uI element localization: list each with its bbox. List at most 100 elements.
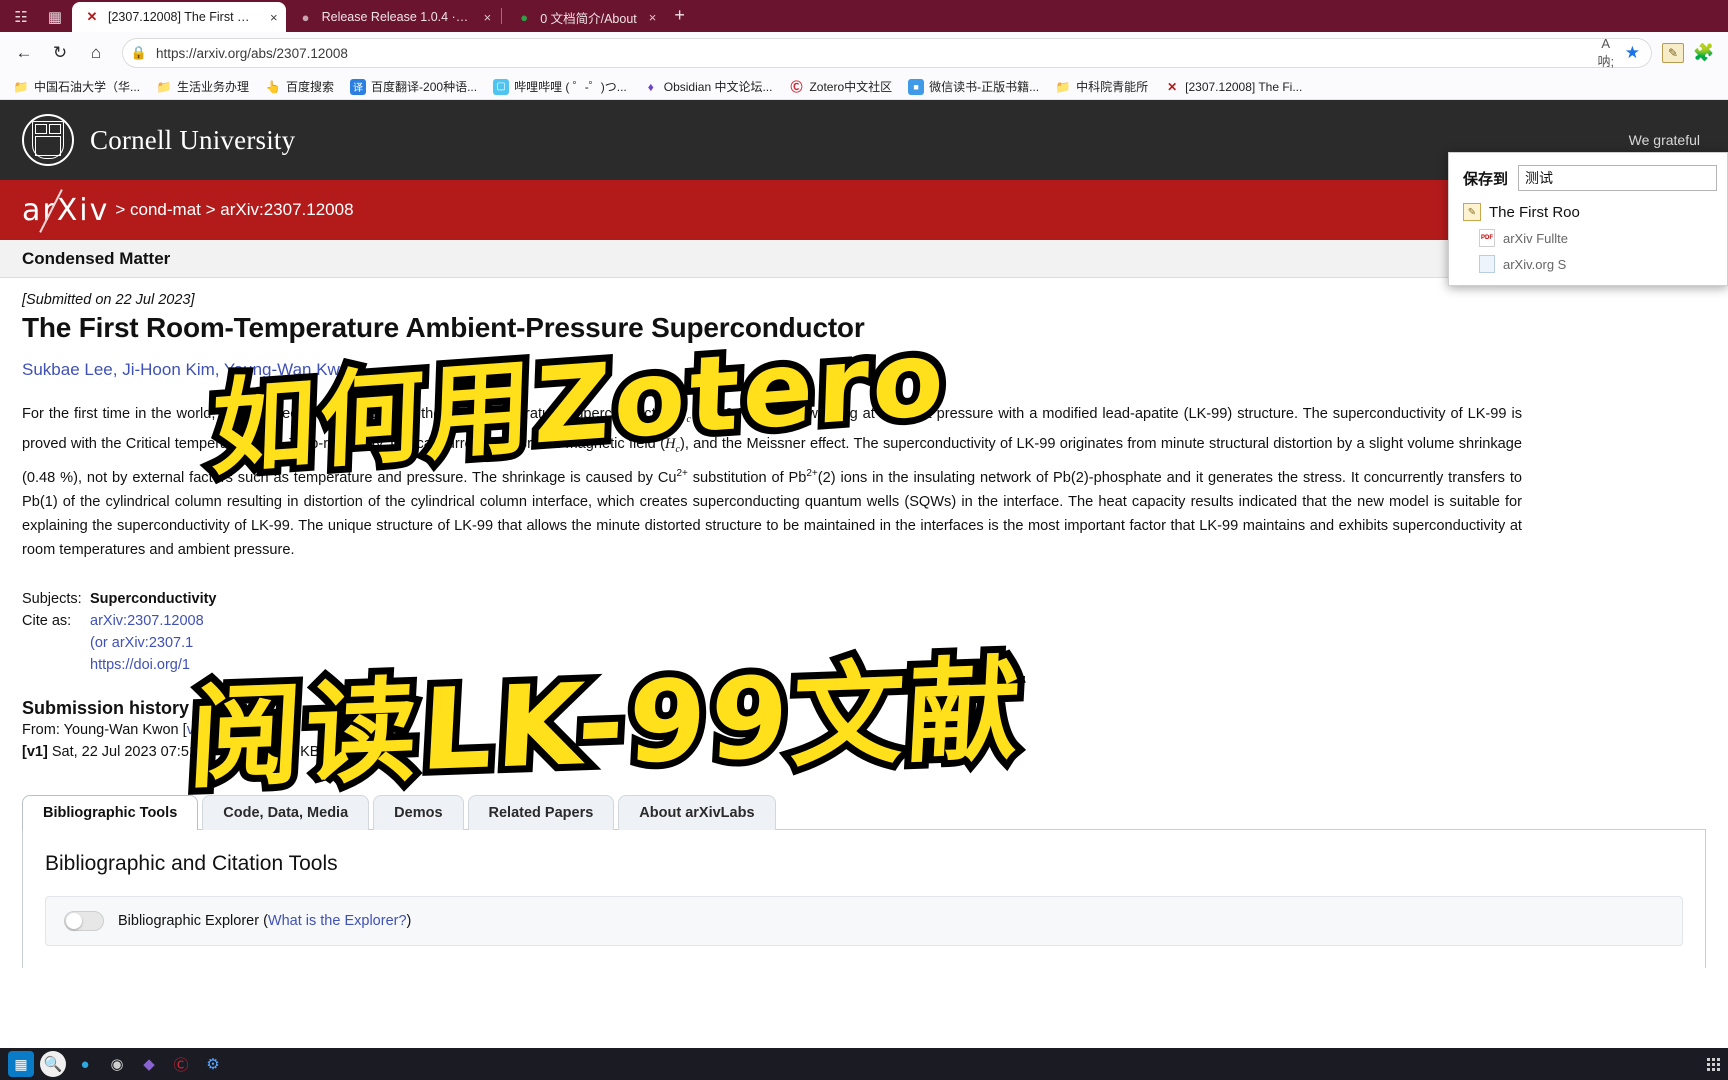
bookmark-item[interactable]: ✕ [2307.12008] The Fi... [1157, 77, 1309, 97]
lock-icon: 🔒 [130, 45, 148, 60]
support-message: We grateful [1628, 132, 1700, 148]
breadcrumb[interactable]: > cond-mat > arXiv:2307.12008 [115, 200, 353, 220]
pdf-icon: PDF [1479, 229, 1495, 247]
tab-separator [501, 8, 503, 24]
cite-arxiv-link[interactable]: arXiv:2307.12008 [90, 613, 204, 629]
back-icon[interactable]: ← [8, 37, 40, 69]
arxiv-page: Cornell University We grateful arXiv > c… [0, 100, 1728, 1048]
edge-icon[interactable]: ● [72, 1051, 98, 1077]
translate-icon: 译 [350, 78, 367, 95]
bookmark-label: 哔哩哔哩 ( ゜-゜)つ... [514, 80, 627, 94]
zotero-icon: Ⓒ [790, 80, 803, 94]
close-icon[interactable]: × [649, 10, 657, 25]
taskbar: ▦ 🔍 ● ◉ ◆ Ⓒ ⚙ [0, 1048, 1728, 1080]
folder-icon: 📁 [156, 79, 172, 94]
bookmark-label: [2307.12008] The Fi... [1185, 79, 1303, 94]
zotero-attachment-row[interactable]: PDF arXiv Fullte [1479, 229, 1717, 247]
bookmark-item[interactable]: Ⓒ Zotero中文社区 [781, 76, 899, 97]
windows-start-icon[interactable]: ▦ [8, 1051, 34, 1077]
view-email-link[interactable]: view email [187, 722, 255, 738]
bookmark-label: 中国石油大学（华... [34, 80, 141, 94]
tool-label-text: Bibliographic Explorer ( [118, 912, 268, 929]
metadata-row-subjects: Subjects: Superconductivity [22, 588, 1706, 610]
home-icon[interactable]: ⌂ [80, 37, 112, 69]
collections-icon[interactable]: ▦ [38, 2, 72, 32]
zotero-icon[interactable]: Ⓒ [168, 1051, 194, 1077]
zotero-save-to-label: 保存到 [1463, 170, 1509, 188]
bookmarks-bar: 📁 中国石油大学（华... 📁 生活业务办理 👆 百度搜索 译百度翻译-200种语..… [0, 74, 1728, 100]
zotero-save-popup[interactable]: 保存到 测试 ✎ The First Roo PDF arXiv Fullte … [1448, 152, 1728, 286]
bookmark-item[interactable]: 📁 生活业务办理 [149, 76, 256, 97]
browser-tab-release[interactable]: ● Release Release 1.0.4 · windingw × [286, 2, 500, 32]
bookmark-item[interactable]: ■ 微信读书-正版书籍... [901, 76, 1046, 97]
green-circle-icon: ● [520, 9, 529, 25]
arxivlabs-tabs-wrapper: Bibliographic Tools Code, Data, Media De… [22, 794, 1706, 968]
doi-link[interactable]: https://doi.org/1 [90, 657, 190, 673]
what-is-explorer-link[interactable]: What is the Explorer? [268, 913, 407, 929]
version-badge: [v1] [22, 743, 48, 760]
zotero-item-row[interactable]: ✎ The First Roo [1463, 203, 1717, 221]
snapshot-icon [1479, 255, 1495, 273]
bookmark-item[interactable]: 📁 中科院青能所 [1048, 76, 1155, 97]
extensions-puzzle-icon[interactable]: 🧩 [1688, 37, 1720, 69]
new-tab-button[interactable]: + [664, 5, 695, 28]
browser-tab-label: [2307.12008] The First Room-Tem [108, 10, 258, 24]
app-purple-icon[interactable]: ◆ [136, 1051, 162, 1077]
baidu-icon: 👆 [265, 79, 281, 94]
settings-icon[interactable]: ⚙ [200, 1051, 226, 1077]
browser-chrome: ☷ ▦ ✕ [2307.12008] The First Room-Tem × … [0, 0, 1728, 100]
tab-panel-bibliographic: Bibliographic and Citation Tools Bibliog… [22, 828, 1706, 968]
zotero-save-to-row: 保存到 测试 [1463, 165, 1717, 191]
zotero-collection-select[interactable]: 测试 [1518, 165, 1717, 191]
subjects-value-text: Superconductivity [90, 590, 217, 607]
read-aloud-icon[interactable]: A 呐; [1597, 36, 1615, 70]
address-bar[interactable]: 🔒 https://arxiv.org/abs/2307.12008 A 呐; … [122, 36, 1652, 70]
browser-toolbar: ← ↻ ⌂ 🔒 https://arxiv.org/abs/2307.12008… [0, 32, 1728, 74]
close-icon[interactable]: × [484, 10, 492, 25]
obs-icon[interactable]: ◉ [104, 1051, 130, 1077]
zotero-attachment-row[interactable]: arXiv.org S [1479, 255, 1717, 273]
subject-heading: Condensed Matter [22, 248, 171, 268]
bookmark-item[interactable]: 📁 中国石油大学（华... [6, 76, 147, 97]
tool-label-end: ) [406, 912, 412, 929]
workspaces-icon[interactable]: ☷ [4, 2, 38, 32]
bibliographic-explorer-toggle[interactable] [64, 910, 104, 931]
metadata-row-cite: Cite as: arXiv:2307.12008 [22, 610, 1706, 632]
metadata-row-cite-alt: (or arXiv:2307.1 [22, 632, 1706, 654]
arxiv-icon: ✕ [1167, 79, 1178, 94]
tray-grid-icon [1707, 1057, 1720, 1071]
authors-list[interactable]: Sukbae Lee, Ji-Hoon Kim, Young-Wan Kwon [22, 360, 1706, 380]
star-icon[interactable]: ★ [1625, 43, 1640, 63]
browser-tab-label: 0 文档简介/About [540, 11, 637, 26]
tab-about-arxivlabs[interactable]: About arXivLabs [618, 794, 776, 830]
bookmark-label: Zotero中文社区 [809, 80, 893, 94]
bookmark-label: 百度翻译-200种语... [371, 80, 478, 94]
reload-icon[interactable]: ↻ [44, 37, 76, 69]
search-icon[interactable]: 🔍 [40, 1051, 66, 1077]
bookmark-item[interactable]: ▢ 哔哩哔哩 ( ゜-゜)つ... [486, 76, 634, 97]
bookmark-item[interactable]: ♦ Obsidian 中文论坛... [636, 76, 780, 97]
arxiv-logo[interactable]: arXiv [22, 188, 110, 233]
zotero-attachment-label: arXiv.org S [1503, 256, 1567, 272]
bookmark-item[interactable]: 👆 百度搜索 [258, 76, 341, 97]
zotero-attachment-label: arXiv Fullte [1503, 230, 1569, 246]
close-icon[interactable]: × [270, 10, 278, 25]
paper-content: [Submitted on 22 Jul 2023] The First Roo… [0, 278, 1728, 968]
folder-icon: 📁 [1055, 79, 1071, 94]
cite-arxiv-alt[interactable]: (or arXiv:2307.1 [90, 635, 193, 651]
cornell-crest-icon[interactable] [22, 114, 74, 166]
arxiv-logo-text: arXiv [22, 192, 110, 228]
tab-related-papers[interactable]: Related Papers [467, 794, 615, 830]
tab-demos[interactable]: Demos [373, 794, 464, 830]
browser-tab-about[interactable]: ● 0 文档简介/About × [504, 2, 664, 32]
browser-tab-arxiv[interactable]: ✕ [2307.12008] The First Room-Tem × [72, 2, 286, 32]
browser-tab-label: Release Release 1.0.4 · windingw [321, 10, 472, 24]
cornell-university-label[interactable]: Cornell University [90, 125, 295, 156]
tab-bibliographic-tools[interactable]: Bibliographic Tools [22, 794, 199, 830]
zotero-connector-icon[interactable]: ✎ [1662, 43, 1684, 63]
system-tray[interactable] [1707, 1057, 1720, 1071]
tab-code-data-media[interactable]: Code, Data, Media [202, 794, 370, 830]
submission-history: Submission history From: Young-Wan Kwon … [22, 698, 1706, 763]
bookmark-item[interactable]: 译百度翻译-200种语... [343, 76, 484, 97]
